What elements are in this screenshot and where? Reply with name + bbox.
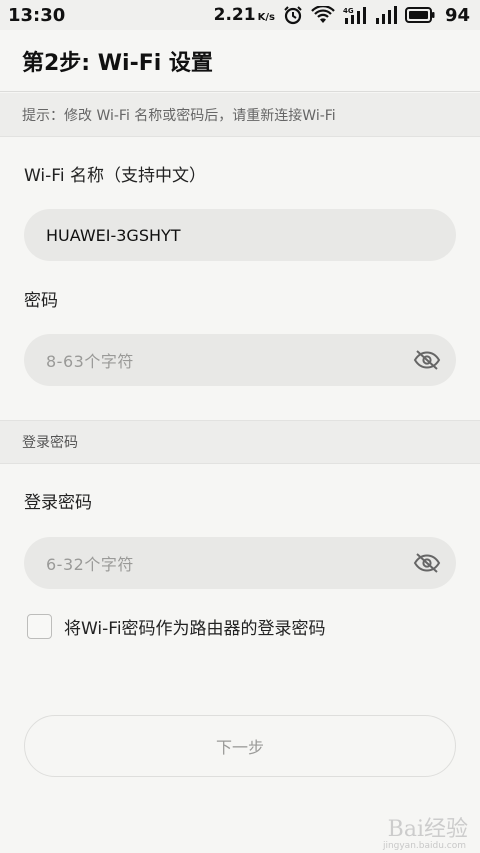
- baidu-watermark-url: jingyan.baidu.com: [382, 841, 466, 851]
- next-button[interactable]: 下一步: [24, 715, 456, 777]
- use-wifi-password-option[interactable]: 将Wi-Fi密码作为路由器的登录密码: [27, 613, 326, 639]
- alarm-icon: [283, 5, 303, 25]
- battery-level: 94: [444, 4, 470, 26]
- network-type: 4G: [343, 7, 354, 15]
- network-speed-value: 2.21: [213, 5, 256, 25]
- wifi-name-input[interactable]: HUAWEI-3GSHYT: [24, 209, 456, 261]
- battery-icon: [404, 7, 435, 23]
- login-password-input[interactable]: 6-32个字符: [24, 537, 456, 589]
- status-time: 13:30: [8, 4, 66, 26]
- wifi-icon: [311, 6, 335, 24]
- wifi-password-label: 密码: [24, 291, 58, 311]
- login-password-label: 登录密码: [24, 493, 92, 513]
- use-wifi-password-label: 将Wi-Fi密码作为路由器的登录密码: [64, 618, 326, 639]
- hint-text: 提示：修改 Wi-Fi 名称或密码后，请重新连接Wi-Fi: [0, 93, 480, 137]
- network-speed-unit: K/s: [257, 12, 275, 23]
- login-password-placeholder: 6-32个字符: [46, 555, 134, 574]
- eye-off-icon[interactable]: [412, 345, 442, 375]
- login-section-header: 登录密码: [0, 420, 480, 464]
- wifi-name-label: Wi-Fi 名称（支持中文）: [24, 166, 206, 186]
- signal-icon: [375, 6, 397, 24]
- wifi-name-value: HUAWEI-3GSHYT: [46, 225, 181, 245]
- status-icons: 2.21 K/s 4G 94: [214, 5, 470, 26]
- use-wifi-password-checkbox[interactable]: [27, 613, 52, 639]
- page-title: 第2步: Wi-Fi 设置: [0, 30, 480, 92]
- network-speed: 2.21 K/s: [214, 5, 275, 25]
- wifi-password-placeholder: 8-63个字符: [46, 352, 134, 371]
- signal-4g-icon: 4G: [343, 6, 367, 24]
- status-bar: 13:30 2.21 K/s 4G 94: [0, 0, 480, 30]
- wifi-password-input[interactable]: 8-63个字符: [24, 334, 456, 386]
- baidu-watermark-logo: Bai经验: [387, 817, 468, 842]
- eye-off-icon[interactable]: [412, 548, 442, 578]
